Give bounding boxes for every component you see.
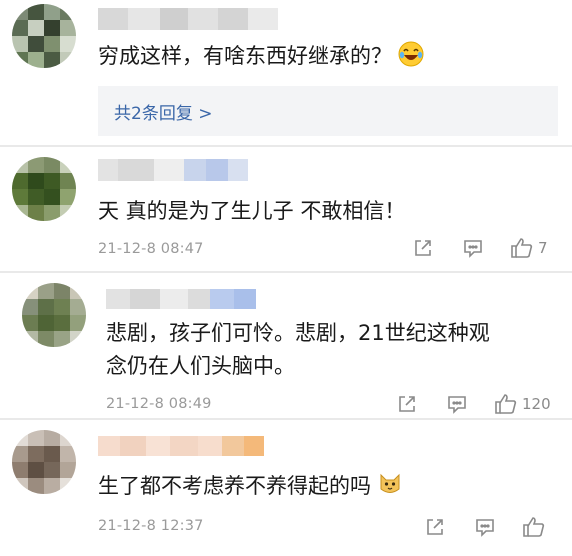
avatar[interactable] — [12, 4, 76, 68]
share-button[interactable] — [424, 516, 446, 538]
share-button[interactable] — [412, 237, 434, 259]
comment-icon — [476, 519, 494, 537]
comment-button[interactable] — [462, 237, 484, 259]
comment-button[interactable] — [474, 516, 496, 538]
share-icon — [415, 240, 431, 256]
username-blurred[interactable] — [98, 159, 248, 181]
thumbs-up-icon — [495, 394, 517, 414]
comment-button[interactable] — [446, 393, 468, 415]
comment-1: 穷成这样，有啥东西好继承的？ 共2条回复 > — [0, 0, 572, 145]
username-blurred[interactable] — [98, 436, 264, 456]
comment-3: 悲剧，孩子们可怜。悲剧，21世纪这种观 念仍在人们头脑中。 21-12-8 08… — [0, 273, 572, 418]
comment-2: 天 真的是为了生儿子 不敢相信！ 21-12-8 08:47 7 — [0, 147, 572, 271]
timestamp: 21-12-8 08:49 — [106, 396, 212, 412]
like-count: 120 — [522, 395, 551, 413]
view-replies-link[interactable]: 共2条回复 > — [114, 99, 212, 124]
reply-summary-box[interactable]: 共2条回复 > — [98, 86, 558, 136]
avatar[interactable] — [12, 430, 76, 494]
like-count: 7 — [538, 239, 548, 257]
comment-text: 穷成这样，有啥东西好继承的？ — [98, 40, 424, 76]
comment-text: 天 真的是为了生儿子 不敢相信！ — [98, 199, 406, 223]
comment-text-line-1: 悲剧，孩子们可怜。悲剧，21世纪这种观 — [106, 321, 490, 345]
laughing-tears-emoji-icon — [398, 41, 424, 76]
cat-emoji-icon — [377, 471, 403, 506]
comment-text: 生了都不考虑养不养得起的吗 — [98, 470, 403, 506]
share-button[interactable] — [396, 393, 418, 415]
share-icon — [399, 396, 415, 412]
like-button[interactable] — [522, 516, 546, 538]
comment-text-line-2: 念仍在人们头脑中。 — [106, 354, 295, 378]
avatar[interactable] — [22, 283, 86, 347]
comment-4: 生了都不考虑养不养得起的吗 21-12-8 12:37 — [0, 420, 572, 556]
username-blurred[interactable] — [106, 289, 256, 309]
comment-icon — [464, 240, 482, 258]
timestamp: 21-12-8 08:47 — [98, 241, 204, 257]
share-icon — [427, 519, 443, 535]
thumbs-up-icon — [523, 517, 545, 537]
avatar[interactable] — [12, 157, 76, 221]
like-button[interactable]: 120 — [494, 393, 551, 415]
thumbs-up-icon — [511, 238, 533, 258]
timestamp: 21-12-8 12:37 — [98, 518, 204, 534]
like-button[interactable]: 7 — [510, 237, 548, 259]
comment-icon — [448, 396, 466, 414]
username-blurred[interactable] — [98, 8, 278, 30]
